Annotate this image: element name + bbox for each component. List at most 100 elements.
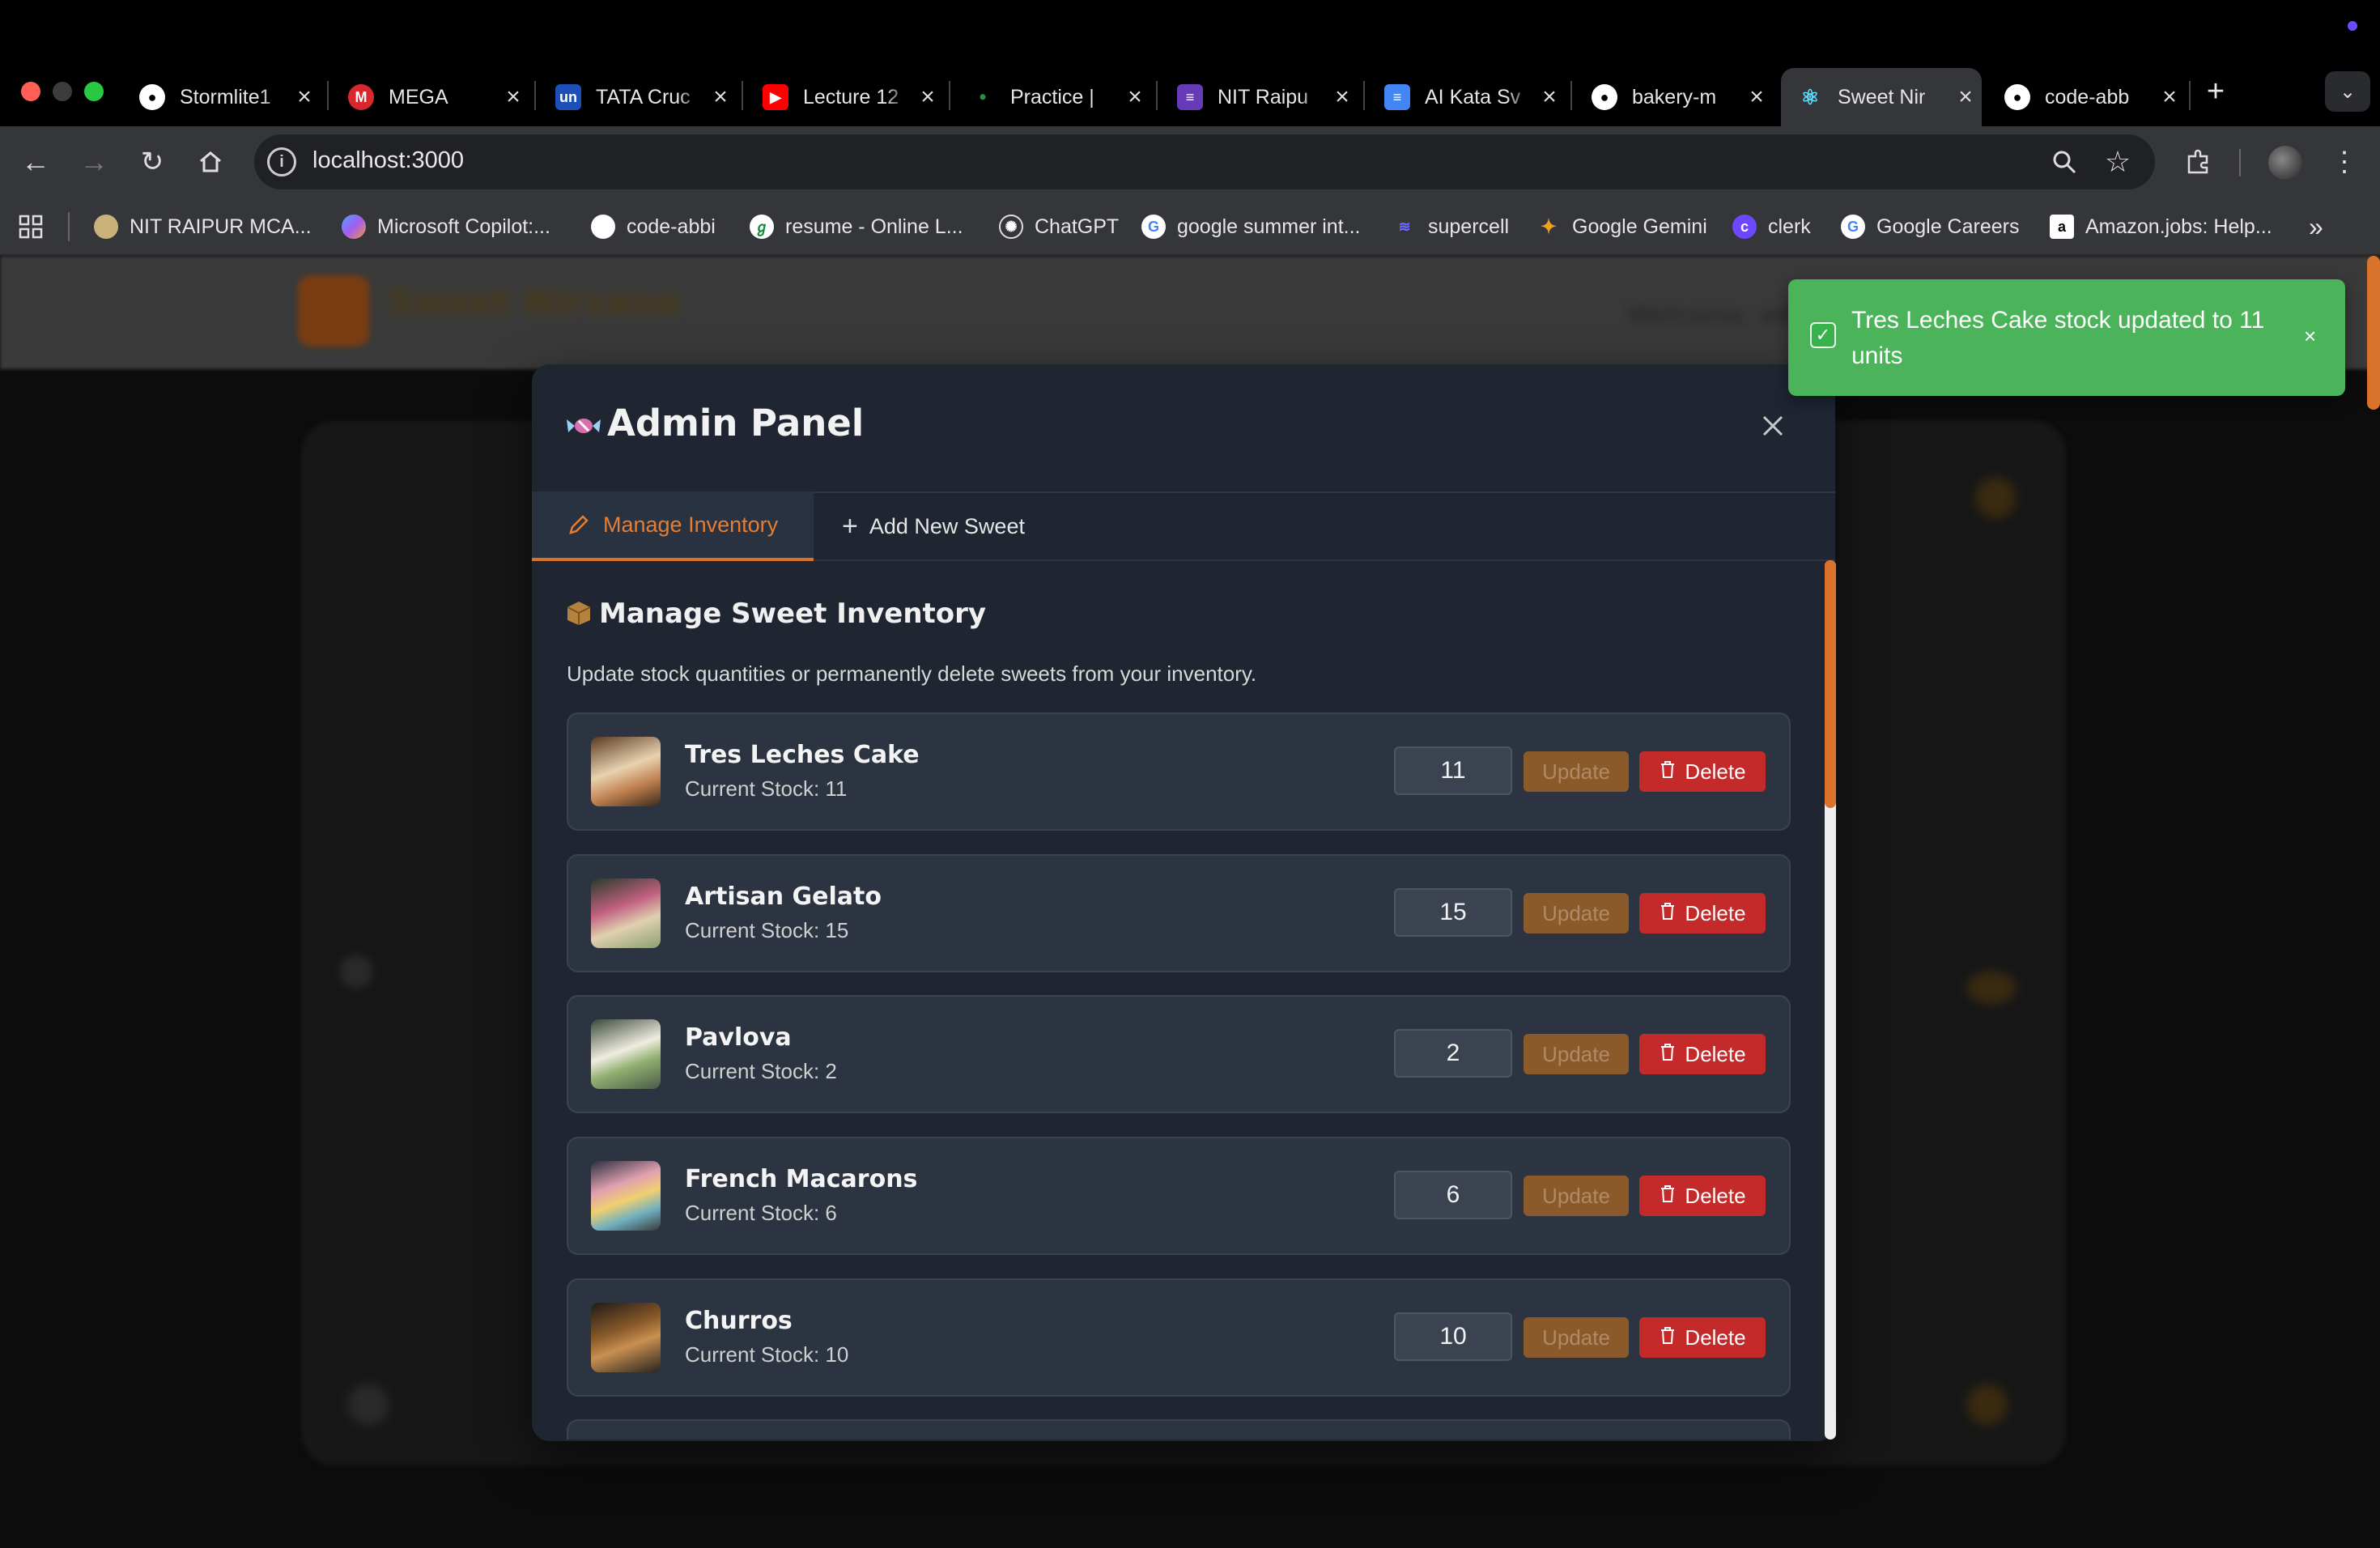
close-tab-icon[interactable]: ×	[2153, 83, 2186, 111]
close-tab-icon[interactable]: ×	[1740, 83, 1773, 111]
bookmark-item[interactable]: ✺ ChatGPT	[999, 211, 1119, 243]
close-tab-icon[interactable]: ×	[497, 83, 529, 111]
stock-quantity-input[interactable]: 6	[1394, 1171, 1512, 1219]
tab-search-chevron-icon[interactable]: ⌄	[2325, 71, 2370, 112]
delete-button[interactable]: Delete	[1639, 1317, 1766, 1358]
google-icon: G	[1141, 215, 1166, 239]
bookmark-item[interactable]: code-abbi	[591, 211, 716, 243]
section-description: Update stock quantities or permanently d…	[567, 661, 1257, 686]
status-dot-icon	[2348, 21, 2357, 31]
tab-label: TATA Cruc	[596, 85, 691, 108]
apps-grid-icon[interactable]	[18, 214, 44, 244]
forward-arrow-icon[interactable]: →	[74, 142, 113, 181]
zoom-icon[interactable]	[2045, 142, 2084, 181]
stock-quantity-input[interactable]: 10	[1394, 1312, 1512, 1361]
sweet-thumbnail	[591, 1161, 661, 1231]
tab-label: MEGA	[389, 85, 448, 108]
bookmark-item[interactable]: Ggoogle summer int...	[1141, 211, 1361, 243]
bookmark-label: Google Careers	[1876, 215, 2020, 238]
update-button[interactable]: Update	[1524, 751, 1629, 792]
bookmark-item[interactable]: ✦ Google Gemini	[1536, 211, 1707, 243]
browser-tab[interactable]: ≡ NIT Raipu ×	[1161, 68, 1358, 126]
close-tab-icon[interactable]: ×	[704, 83, 737, 111]
amazon-icon: a	[2050, 215, 2074, 239]
url-text[interactable]: localhost:3000	[312, 147, 464, 174]
mega-icon: M	[348, 84, 374, 110]
bookmark-label: Amazon.jobs: Help...	[2085, 215, 2272, 238]
trash-icon	[1659, 1325, 1677, 1350]
browser-tab[interactable]: ꔷ Practice | ×	[954, 68, 1151, 126]
stock-quantity-input[interactable]: 15	[1394, 888, 1512, 937]
home-icon[interactable]	[191, 142, 230, 181]
back-arrow-icon[interactable]: ←	[16, 142, 55, 181]
new-tab-button[interactable]: +	[2198, 71, 2233, 112]
update-button[interactable]: Update	[1524, 1176, 1629, 1216]
gfg-icon: ꔷ	[979, 88, 987, 105]
tab-manage-inventory[interactable]: Manage Inventory	[532, 491, 814, 561]
bookmark-star-icon[interactable]: ☆	[2098, 142, 2137, 181]
bookmark-item[interactable]: Microsoft Copilot:...	[342, 211, 550, 243]
stock-quantity-input[interactable]: 11	[1394, 746, 1512, 795]
browser-tab-active[interactable]: ⚛ Sweet Nir ×	[1781, 68, 1982, 126]
extensions-icon[interactable]	[2179, 142, 2218, 181]
bookmark-item[interactable]: ≋ supercell	[1392, 211, 1509, 243]
update-button[interactable]: Update	[1524, 1317, 1629, 1358]
browser-tab[interactable]: ● bakery-m ×	[1575, 68, 1773, 126]
trash-icon	[1659, 1042, 1677, 1067]
delete-button[interactable]: Delete	[1639, 893, 1766, 933]
delete-label: Delete	[1685, 759, 1746, 784]
close-modal-button[interactable]	[1755, 408, 1791, 444]
unstop-icon: un	[555, 84, 581, 110]
close-tab-icon[interactable]: ×	[1326, 83, 1358, 111]
browser-tab[interactable]: ● Stormlite1 ×	[123, 68, 321, 126]
bookmark-label: google summer int...	[1177, 215, 1361, 238]
supercell-icon: ≋	[1398, 218, 1411, 235]
bookmark-item[interactable]: ℊ resume - Online L...	[750, 211, 963, 243]
maximize-window-icon[interactable]	[84, 82, 104, 101]
tab-divider	[949, 81, 950, 110]
site-info-icon[interactable]: i	[267, 147, 296, 176]
tab-divider	[1156, 81, 1158, 110]
bookmark-item[interactable]: G Google Careers	[1841, 211, 2019, 243]
delete-button[interactable]: Delete	[1639, 1176, 1766, 1216]
close-tab-icon[interactable]: ×	[1949, 83, 1982, 111]
reload-icon[interactable]: ↻	[133, 142, 172, 181]
browser-tab[interactable]: un TATA Cruc ×	[539, 68, 737, 126]
menu-kebab-icon[interactable]: ⋮	[2325, 142, 2364, 181]
bookmark-label: NIT RAIPUR MCA...	[130, 215, 312, 238]
tab-divider	[1570, 81, 1572, 110]
modal-scrollbar-thumb[interactable]	[1825, 560, 1836, 808]
delete-button[interactable]: Delete	[1639, 1034, 1766, 1074]
browser-tab[interactable]: ● code-abb ×	[1988, 68, 2186, 126]
tab-label: AI Kata Sv	[1425, 85, 1521, 108]
close-tab-icon[interactable]: ×	[288, 83, 321, 111]
delete-label: Delete	[1685, 1041, 1746, 1066]
update-button[interactable]: Update	[1524, 1034, 1629, 1074]
close-tab-icon[interactable]: ×	[1119, 83, 1151, 111]
browser-tab[interactable]: ≡ AI Kata Sv ×	[1368, 68, 1566, 126]
address-bar[interactable]	[254, 134, 2155, 189]
delete-label: Delete	[1685, 900, 1746, 925]
github-icon: ●	[1592, 84, 1617, 110]
close-tab-icon[interactable]: ×	[912, 83, 944, 111]
bookmark-item[interactable]: NIT RAIPUR MCA...	[94, 211, 312, 243]
browser-tab[interactable]: M MEGA ×	[332, 68, 529, 126]
tab-add-new-sweet[interactable]: + Add New Sweet	[842, 491, 1025, 561]
update-button[interactable]: Update	[1524, 893, 1629, 933]
minimize-window-icon[interactable]	[53, 82, 72, 101]
background-decoration	[1967, 972, 2016, 1004]
profile-avatar[interactable]	[2268, 146, 2302, 180]
delete-button[interactable]: Delete	[1639, 751, 1766, 792]
close-tab-icon[interactable]: ×	[1533, 83, 1566, 111]
close-window-icon[interactable]	[21, 82, 40, 101]
bookmark-item[interactable]: a Amazon.jobs: Help...	[2050, 211, 2272, 243]
tab-label: Add New Sweet	[869, 513, 1025, 538]
toast-close-button[interactable]: ×	[2304, 324, 2316, 349]
more-bookmarks-chevron-icon[interactable]: »	[2309, 211, 2323, 243]
bookmark-item[interactable]: c clerk	[1732, 211, 1811, 243]
google-icon: G	[1841, 215, 1865, 239]
stock-quantity-input[interactable]: 2	[1394, 1029, 1512, 1078]
browser-tab[interactable]: ▶ Lecture 12 ×	[746, 68, 944, 126]
page-scrollbar[interactable]	[2367, 256, 2380, 410]
bookmark-label: supercell	[1428, 215, 1510, 238]
